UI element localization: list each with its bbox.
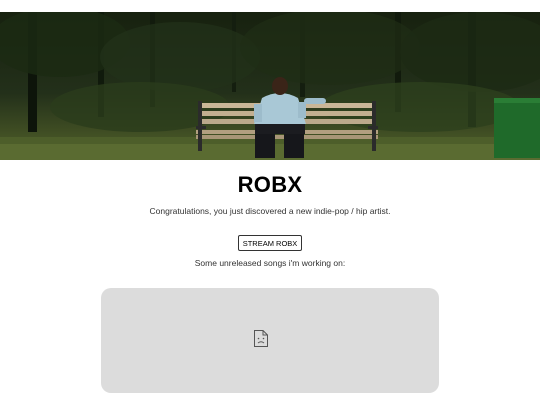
top-strip — [0, 0, 540, 12]
artist-name: ROBX — [237, 172, 303, 197]
park-bench-photo — [0, 12, 540, 160]
hero-image — [0, 12, 540, 160]
broken-document-icon — [254, 330, 268, 347]
songs-embed-placeholder[interactable] — [101, 288, 439, 393]
artist-tagline: Congratulations, you just discovered a n… — [149, 206, 391, 216]
stream-button[interactable]: STREAM ROBX — [238, 235, 302, 251]
page: ROBX Congratulations, you just discovere… — [0, 0, 540, 405]
songs-heading: Some unreleased songs i'm working on: — [194, 258, 346, 268]
